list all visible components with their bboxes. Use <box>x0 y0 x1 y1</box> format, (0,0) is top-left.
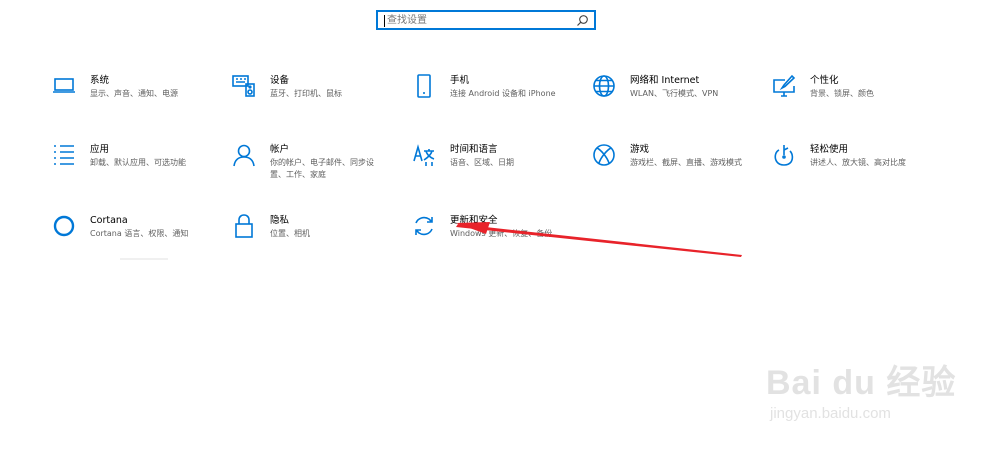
tile-phone[interactable]: 手机 连接 Android 设备和 iPhone <box>412 74 587 124</box>
tile-title: 个性化 <box>810 75 839 86</box>
ease-of-access-icon <box>774 145 794 166</box>
tile-title: 更新和安全 <box>450 215 498 226</box>
tile-accounts[interactable]: 帐户 你的帐户、电子邮件、同步设置、工作、家庭 <box>232 143 407 193</box>
tile-description: 游戏栏、截屏、直播、游戏模式 <box>630 158 742 167</box>
tile-title: Cortana <box>90 215 128 226</box>
watermark-url: jingyan.baidu.com <box>770 405 891 422</box>
baidu-watermark: Bai du 经验 jingyan.baidu.com <box>760 345 990 435</box>
lock-icon <box>235 214 253 238</box>
tile-title: 手机 <box>450 75 470 86</box>
laptop-icon <box>53 78 75 93</box>
tile-description: WLAN、飞行模式、VPN <box>630 89 719 98</box>
tile-time-language[interactable]: 时间和语言 语音、区域、日期 <box>412 143 587 193</box>
tile-cortana[interactable]: Cortana Cortana 语言、权限、通知 <box>52 214 227 264</box>
tile-title: 轻松使用 <box>810 144 849 155</box>
tile-gaming[interactable]: 游戏 游戏栏、截屏、直播、游戏模式 <box>592 143 767 193</box>
tile-description: 讲述人、放大镜、高对比度 <box>810 158 906 167</box>
tile-title: 系统 <box>90 75 110 86</box>
search-icon[interactable] <box>576 14 589 27</box>
person-icon <box>233 144 255 167</box>
tile-title: 设备 <box>270 75 290 86</box>
tile-description: 位置、相机 <box>270 229 310 238</box>
tile-update-security[interactable]: 更新和安全 Windows 更新、恢复、备份 <box>412 214 587 264</box>
watermark-brand: Bai du 经验 <box>766 364 957 402</box>
xbox-icon <box>593 144 615 166</box>
keyboard-speaker-icon <box>232 75 255 97</box>
tile-description: 显示、声音、通知、电源 <box>90 89 178 98</box>
sync-arrows-icon <box>415 216 433 236</box>
tile-devices[interactable]: 设备 蓝牙、打印机、鼠标 <box>232 74 407 124</box>
tile-description: Cortana 语言、权限、通知 <box>90 229 189 238</box>
divider <box>120 258 168 260</box>
paint-monitor-icon <box>773 74 796 97</box>
tile-title: 帐户 <box>270 144 290 155</box>
time-language-icon <box>413 144 435 166</box>
tile-system[interactable]: 系统 显示、声音、通知、电源 <box>52 74 227 124</box>
tile-ease-of-access[interactable]: 轻松使用 讲述人、放大镜、高对比度 <box>772 143 947 193</box>
text-caret <box>384 15 385 27</box>
tile-description: 语音、区域、日期 <box>450 158 514 167</box>
tile-description: 蓝牙、打印机、鼠标 <box>270 89 342 98</box>
tile-network[interactable]: 网络和 Internet WLAN、飞行模式、VPN <box>592 74 767 124</box>
phone-icon <box>417 74 431 98</box>
tile-title: 游戏 <box>630 144 650 155</box>
apps-list-icon <box>54 145 74 165</box>
tile-description: 背景、锁屏、颜色 <box>810 89 874 98</box>
tile-description: 卸载、默认应用、可选功能 <box>90 158 186 167</box>
globe-icon <box>593 75 615 97</box>
tile-description: Windows 更新、恢复、备份 <box>450 229 553 238</box>
tile-privacy[interactable]: 隐私 位置、相机 <box>232 214 407 264</box>
cortana-circle-icon <box>53 215 75 237</box>
tile-description: 你的帐户、电子邮件、同步设置、工作、家庭 <box>270 158 374 179</box>
tile-description: 连接 Android 设备和 iPhone <box>450 89 556 98</box>
tile-title: 网络和 Internet <box>630 75 700 86</box>
tile-apps[interactable]: 应用 卸载、默认应用、可选功能 <box>52 143 227 193</box>
tile-title: 时间和语言 <box>450 144 498 155</box>
search-input[interactable]: 查找设置 <box>376 10 596 30</box>
tile-title: 隐私 <box>270 215 290 226</box>
search-placeholder: 查找设置 <box>387 15 427 26</box>
tile-personalization[interactable]: 个性化 背景、锁屏、颜色 <box>772 74 947 124</box>
tile-title: 应用 <box>90 144 110 155</box>
